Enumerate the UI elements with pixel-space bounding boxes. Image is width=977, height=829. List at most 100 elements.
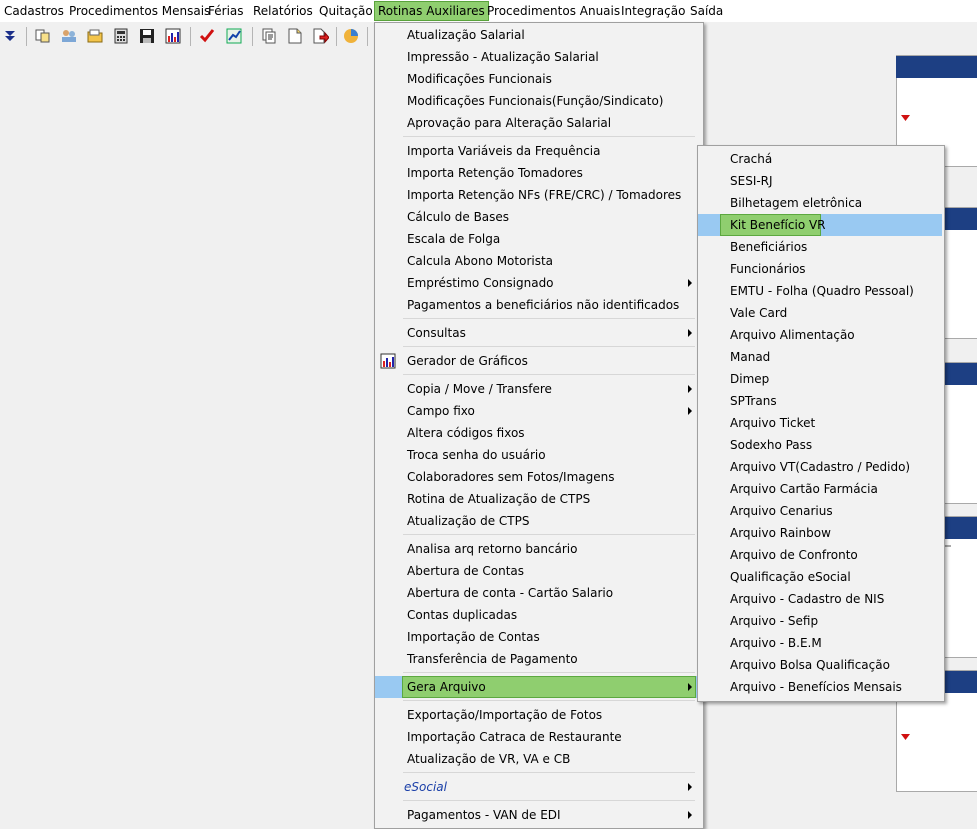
submenu-item-bilhetagem-eletronica[interactable]: Bilhetagem eletrônica	[698, 192, 942, 214]
menu-procedimentos-anuais[interactable]: Procedimentos Anuais	[484, 2, 623, 20]
submenu-item-sodexho-pass[interactable]: Sodexho Pass	[698, 434, 942, 456]
report-icon[interactable]	[226, 28, 242, 44]
submenu-item-arquivo-rainbow[interactable]: Arquivo Rainbow	[698, 522, 942, 544]
menu-item-label: Pagamentos a beneficiários não identific…	[407, 298, 680, 312]
menu-item-label: Importa Variáveis da Frequência	[407, 144, 601, 158]
menu-quitacao[interactable]: Quitação	[316, 2, 376, 20]
submenu-item-label: Vale Card	[730, 306, 788, 320]
menu-item-calculo-de-bases[interactable]: Cálculo de Bases	[375, 206, 701, 228]
menu-ferias[interactable]: Férias	[205, 2, 247, 20]
submenu-item-label: Arquivo Ticket	[730, 416, 816, 430]
menu-item-copia-move-transfere[interactable]: Copia / Move / Transfere	[375, 378, 701, 400]
menu-item-abertura-de-contas[interactable]: Abertura de Contas	[375, 560, 701, 582]
submenu-item-beneficiarios[interactable]: Beneficiários	[698, 236, 942, 258]
menu-item-rotina-de-atualizacao-de-ctps[interactable]: Rotina de Atualização de CTPS	[375, 488, 701, 510]
menu-saida[interactable]: Saída	[687, 2, 726, 20]
menu-item-consultas[interactable]: Consultas	[375, 322, 701, 344]
menu-item-escala-de-folga[interactable]: Escala de Folga	[375, 228, 701, 250]
menu-item-colaboradores-sem-fotos-imagens[interactable]: Colaboradores sem Fotos/Imagens	[375, 466, 701, 488]
menu-item-gera-arquivo[interactable]: Gera Arquivo	[375, 676, 701, 698]
menu-item-troca-senha-do-usuario[interactable]: Troca senha do usuário	[375, 444, 701, 466]
submenu-item-emtu-folha-quadro-pessoal[interactable]: EMTU - Folha (Quadro Pessoal)	[698, 280, 942, 302]
menu-item-exportacao-importacao-de-fotos[interactable]: Exportação/Importação de Fotos	[375, 704, 701, 726]
transfer-icon[interactable]	[35, 28, 51, 44]
menu-item-pagamentos-a-beneficiarios-nao-identificados[interactable]: Pagamentos a beneficiários não identific…	[375, 294, 701, 316]
chart-icon[interactable]	[165, 28, 181, 44]
folder-icon[interactable]	[87, 28, 103, 44]
menu-item-contas-duplicadas[interactable]: Contas duplicadas	[375, 604, 701, 626]
menu-item-modificacoes-funcionais[interactable]: Modificações Funcionais	[375, 68, 701, 90]
submenu-item-cracha[interactable]: Crachá	[698, 148, 942, 170]
menu-item-emprestimo-consignado[interactable]: Empréstimo Consignado	[375, 272, 701, 294]
menu-item-transferencia-de-pagamento[interactable]: Transferência de Pagamento	[375, 648, 701, 670]
check-icon[interactable]	[199, 28, 215, 44]
menu-rotinas-auxiliares[interactable]: Rotinas Auxiliares	[374, 1, 489, 21]
menu-item-atualizacao-salarial[interactable]: Atualização Salarial	[375, 24, 701, 46]
menu-item-importa-variaveis-da-frequencia[interactable]: Importa Variáveis da Frequência	[375, 140, 701, 162]
submenu-item-arquivo-sefip[interactable]: Arquivo - Sefip	[698, 610, 942, 632]
submenu-item-label: Arquivo - B.E.M	[730, 636, 822, 650]
submenu-item-arquivo-b-e-m[interactable]: Arquivo - B.E.M	[698, 632, 942, 654]
users-icon[interactable]	[61, 28, 77, 44]
submenu-item-sesi-rj[interactable]: SESI-RJ	[698, 170, 942, 192]
rotinas-auxiliares-menu: Atualização Salarial Impressão - Atualiza…	[374, 22, 704, 829]
menu-separator	[403, 374, 695, 375]
submenu-item-arquivo-cartao-farmacia[interactable]: Arquivo Cartão Farmácia	[698, 478, 942, 500]
submenu-item-manad[interactable]: Manad	[698, 346, 942, 368]
menu-item-abertura-de-conta-cartao-salario[interactable]: Abertura de conta - Cartão Salario	[375, 582, 701, 604]
menu-item-importa-retencao-tomadores[interactable]: Importa Retenção Tomadores	[375, 162, 701, 184]
submenu-item-arquivo-ticket[interactable]: Arquivo Ticket	[698, 412, 942, 434]
chevron-right-icon	[688, 279, 692, 287]
document-icon[interactable]	[287, 28, 303, 44]
menu-item-label: Pagamentos - VAN de EDI	[407, 808, 561, 822]
menu-item-importacao-catraca-de-restaurante[interactable]: Importação Catraca de Restaurante	[375, 726, 701, 748]
menu-item-atualizacao-de-vr-va-e-cb[interactable]: Atualização de VR, VA e CB	[375, 748, 701, 770]
submenu-item-label: Manad	[730, 350, 771, 364]
submenu-item-label: Arquivo - Sefip	[730, 614, 819, 628]
submenu-item-dimep[interactable]: Dimep	[698, 368, 942, 390]
menu-item-campo-fixo[interactable]: Campo fixo	[375, 400, 701, 422]
menu-item-label: Gerador de Gráficos	[407, 354, 528, 368]
save-icon[interactable]	[139, 28, 155, 44]
menu-item-pagamentos-van-de-edi[interactable]: Pagamentos - VAN de EDI	[375, 804, 701, 826]
submenu-item-vale-card[interactable]: Vale Card	[698, 302, 942, 324]
submenu-item-arquivo-de-confronto[interactable]: Arquivo de Confronto	[698, 544, 942, 566]
menu-procedimentos-mensais[interactable]: Procedimentos Mensais	[66, 2, 213, 20]
menu-item-atualizacao-de-ctps[interactable]: Atualização de CTPS	[375, 510, 701, 532]
toolbar-separator	[252, 27, 253, 46]
menu-cadastros[interactable]: Cadastros	[1, 2, 67, 20]
submenu-item-arquivo-vt-cadastro-pedido[interactable]: Arquivo VT(Cadastro / Pedido)	[698, 456, 942, 478]
menu-relatorios[interactable]: Relatórios	[250, 2, 316, 20]
submenu-item-label: Arquivo Rainbow	[730, 526, 831, 540]
export-icon[interactable]	[313, 28, 329, 44]
submenu-item-arquivo-cadastro-de-nis[interactable]: Arquivo - Cadastro de NIS	[698, 588, 942, 610]
submenu-item-qualificacao-esocial[interactable]: Qualificação eSocial	[698, 566, 942, 588]
sort-down-icon[interactable]	[901, 729, 910, 743]
menu-item-altera-codigos-fixos[interactable]: Altera códigos fixos	[375, 422, 701, 444]
menu-item-aprovacao-para-alteracao-salarial[interactable]: Aprovação para Alteração Salarial	[375, 112, 701, 134]
sort-down-icon[interactable]	[901, 110, 910, 124]
menu-item-gerador-de-graficos[interactable]: Gerador de Gráficos	[375, 350, 701, 372]
submenu-item-funcionarios[interactable]: Funcionários	[698, 258, 942, 280]
menu-item-importacao-de-contas[interactable]: Importação de Contas	[375, 626, 701, 648]
menu-item-esocial[interactable]: eSocial	[375, 776, 701, 798]
chevron-double-down-icon[interactable]	[2, 28, 18, 44]
menu-item-calcula-abono-motorista[interactable]: Calcula Abono Motorista	[375, 250, 701, 272]
menu-integracao[interactable]: Integração	[618, 2, 688, 20]
submenu-item-kit-beneficio-vr[interactable]: Kit Benefício VR	[698, 214, 942, 236]
submenu-item-label: Arquivo de Confronto	[730, 548, 858, 562]
submenu-item-arquivo-alimentacao[interactable]: Arquivo Alimentação	[698, 324, 942, 346]
submenu-item-arquivo-cenarius[interactable]: Arquivo Cenarius	[698, 500, 942, 522]
submenu-item-arquivo-bolsa-qualificacao[interactable]: Arquivo Bolsa Qualificação	[698, 654, 942, 676]
menu-item-modificacoes-funcionais-funcao-sindicato[interactable]: Modificações Funcionais(Função/Sindicato…	[375, 90, 701, 112]
menu-item-analisa-arq-retorno-bancario[interactable]: Analisa arq retorno bancário	[375, 538, 701, 560]
submenu-item-sptrans[interactable]: SPTrans	[698, 390, 942, 412]
menu-item-importa-retencao-nfs-fre-crc-tomadores[interactable]: Importa Retenção NFs (FRE/CRC) / Tomador…	[375, 184, 701, 206]
calculator-icon[interactable]	[113, 28, 129, 44]
menu-item-label: Altera códigos fixos	[407, 426, 525, 440]
submenu-item-arquivo-beneficios-mensais[interactable]: Arquivo - Benefícios Mensais	[698, 676, 942, 698]
pie-chart-icon[interactable]	[343, 28, 359, 44]
menu-item-label: Modificações Funcionais	[407, 72, 552, 86]
document-list-icon[interactable]	[261, 28, 277, 44]
menu-item-impressao-atualizacao-salarial[interactable]: Impressão - Atualização Salarial	[375, 46, 701, 68]
